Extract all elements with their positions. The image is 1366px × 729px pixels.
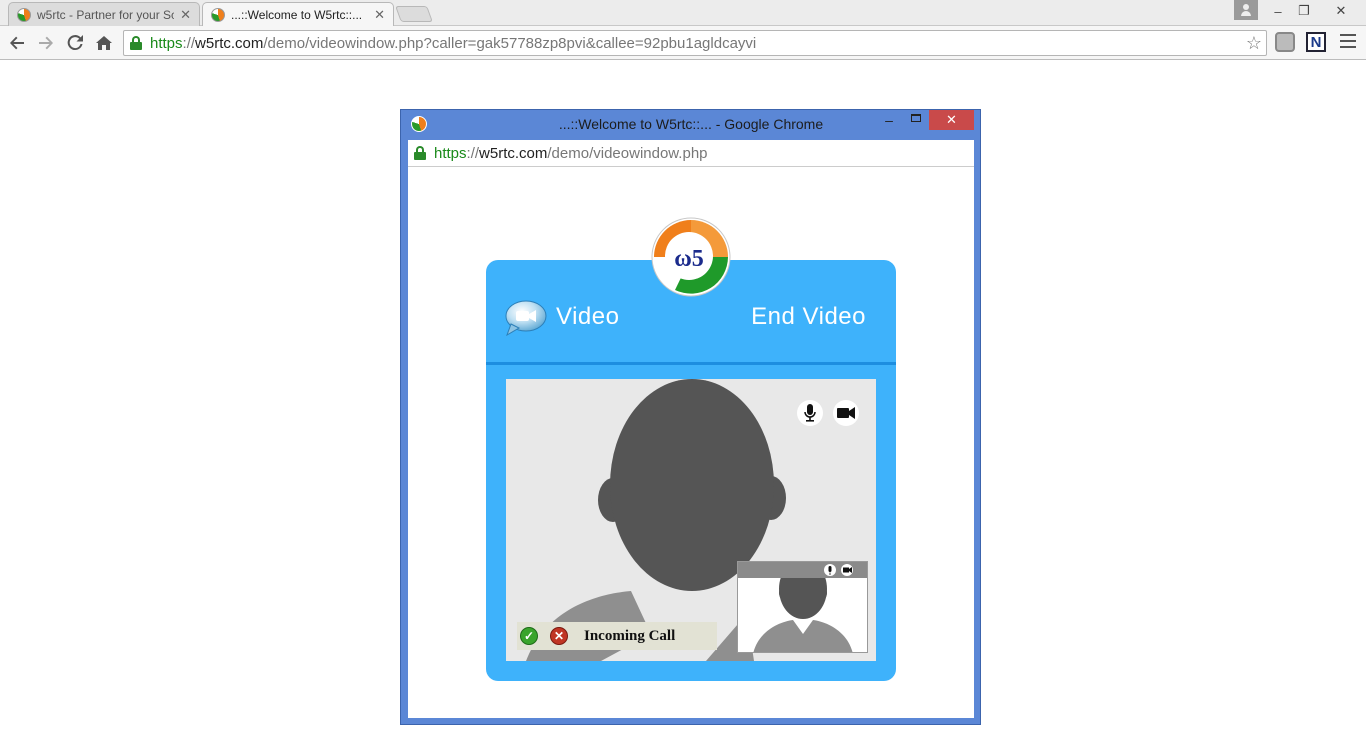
video-chat-bubble-icon: [505, 300, 547, 337]
url-separator: ://: [466, 144, 480, 162]
incoming-call-bar: ✓ ✕ Incoming Call: [517, 622, 717, 650]
remote-video: ✓ ✕ Incoming Call: [506, 379, 876, 661]
bookmark-star-icon[interactable]: ☆: [1246, 33, 1262, 54]
reject-call-icon[interactable]: ✕: [550, 627, 568, 645]
video-button[interactable]: Video: [556, 303, 619, 331]
incoming-call-label: Incoming Call: [584, 627, 676, 644]
tab-strip: w5rtc - Partner for your Sc ✕ ...::Welco…: [0, 0, 1366, 27]
tab-title: w5rtc - Partner for your Sc: [37, 7, 175, 22]
microphone-icon[interactable]: [797, 400, 823, 426]
end-video-button[interactable]: End Video: [751, 303, 866, 331]
address-bar[interactable]: https://w5rtc.com/demo/videowindow.php?c…: [123, 30, 1267, 56]
close-tab-icon[interactable]: ✕: [180, 7, 191, 23]
user-profile-icon[interactable]: [1234, 0, 1258, 20]
chrome-menu-icon[interactable]: [1340, 34, 1356, 52]
back-icon[interactable]: [5, 31, 29, 55]
minimize-icon[interactable]: –: [1265, 0, 1291, 22]
accept-call-icon[interactable]: ✓: [520, 627, 538, 645]
lock-icon: [414, 146, 426, 160]
w5rtc-favicon-icon: [17, 7, 31, 22]
local-camera-icon[interactable]: [841, 564, 853, 576]
tab-title: ...::Welcome to W5rtc::...: [231, 8, 363, 22]
extension-icon[interactable]: [1275, 32, 1295, 52]
popup-address-bar: https://w5rtc.com/demo/videowindow.php: [408, 140, 974, 167]
url-scheme: https: [434, 144, 467, 162]
camera-icon[interactable]: [833, 400, 859, 426]
url-path: /demo/videowindow.php?caller=gak57788zp8…: [263, 34, 757, 52]
popup-content: Video End Video ω5 ✓ ✕ Incoming Call: [408, 167, 974, 718]
local-microphone-icon[interactable]: [824, 564, 836, 576]
restore-icon[interactable]: ❐: [1291, 0, 1317, 22]
reload-icon[interactable]: [63, 31, 87, 55]
tab-w5rtc-partner[interactable]: w5rtc - Partner for your Sc ✕: [8, 2, 200, 26]
local-video-preview[interactable]: [737, 561, 868, 653]
close-window-icon[interactable]: ✕: [1326, 0, 1356, 22]
url-scheme: https: [150, 34, 183, 52]
popup-minimize-icon[interactable]: –: [879, 112, 899, 128]
url-path: /demo/videowindow.php: [547, 144, 708, 162]
popup-window: ...::Welcome to W5rtc::... - Google Chro…: [400, 109, 981, 725]
new-tab-button[interactable]: [395, 6, 433, 22]
url-host: w5rtc.com: [479, 144, 548, 162]
w5rtc-favicon-icon: [211, 8, 225, 22]
logo-text: ω5: [674, 246, 704, 272]
video-call-widget: Video End Video ω5 ✓ ✕ Incoming Call: [486, 217, 896, 681]
popup-close-icon[interactable]: ✕: [929, 110, 974, 130]
toolbar: https://w5rtc.com/demo/videowindow.php?c…: [0, 26, 1366, 60]
forward-icon[interactable]: [34, 31, 58, 55]
w5rtc-logo: ω5: [651, 214, 731, 302]
url-host: w5rtc.com: [195, 34, 264, 52]
popup-maximize-icon[interactable]: [906, 114, 926, 130]
url-separator: ://: [182, 34, 196, 52]
close-tab-icon[interactable]: ✕: [374, 7, 385, 23]
home-icon[interactable]: [92, 31, 116, 55]
extension-n-icon[interactable]: N: [1306, 32, 1326, 52]
lock-icon: [130, 36, 142, 50]
tab-welcome[interactable]: ...::Welcome to W5rtc::... ✕: [202, 2, 394, 27]
